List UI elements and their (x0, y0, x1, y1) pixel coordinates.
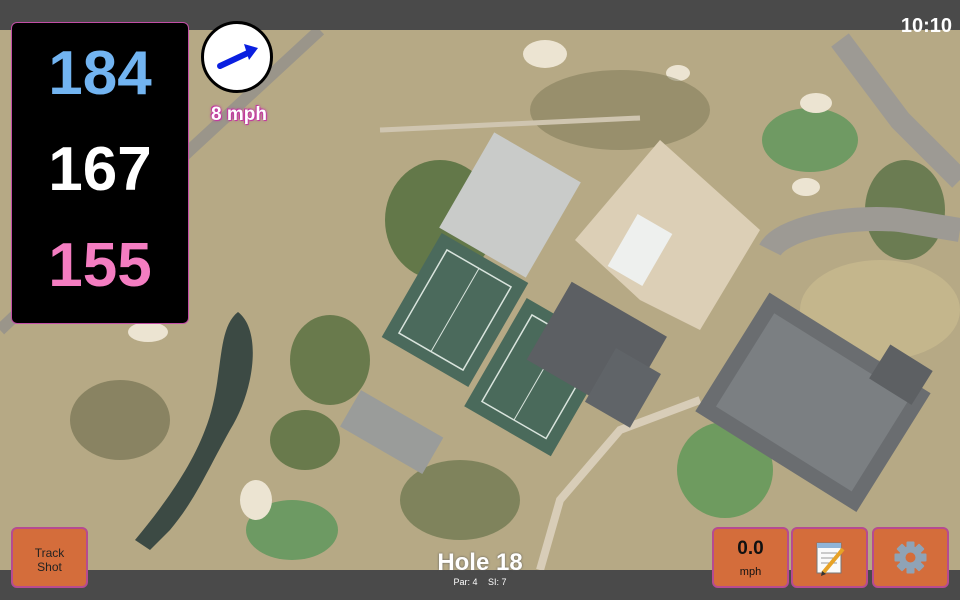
trees (70, 380, 170, 460)
back-distance: 184 (48, 39, 152, 108)
trees (530, 70, 710, 150)
yardage-panel: 184 167 155 (11, 22, 189, 324)
trees (270, 410, 340, 470)
notepad-icon (816, 542, 845, 576)
green-area (762, 108, 858, 172)
hole-info: Par: 4 SI: 7 (380, 577, 580, 588)
hole-stroke-index: SI: 7 (488, 577, 507, 587)
bunker (523, 40, 567, 68)
wind-speed: 8 mph (211, 104, 267, 125)
speed-button[interactable]: 0.0 mph (712, 527, 789, 588)
middle-distance: 167 (48, 135, 152, 204)
bunker (792, 178, 820, 196)
bunker (128, 322, 168, 342)
bunker (800, 93, 832, 113)
hole-title: Hole 18 (437, 549, 523, 576)
wind-arrow-icon (217, 44, 258, 69)
gear-icon (894, 541, 927, 574)
status-time: 10:10 (900, 15, 952, 37)
scorecard-notes-button[interactable] (791, 527, 868, 588)
trees (400, 460, 520, 540)
track-shot-label: Track Shot (34, 546, 65, 574)
front-distance: 155 (48, 231, 152, 300)
settings-button[interactable] (872, 527, 949, 588)
track-shot-button[interactable]: Track Shot (11, 527, 88, 588)
speed-unit: mph (739, 566, 762, 578)
speed-value: 0.0 (737, 538, 764, 559)
bunker (240, 480, 272, 520)
hole-par: Par: 4 (453, 577, 478, 587)
trees (290, 315, 370, 405)
wind-indicator (201, 21, 273, 93)
